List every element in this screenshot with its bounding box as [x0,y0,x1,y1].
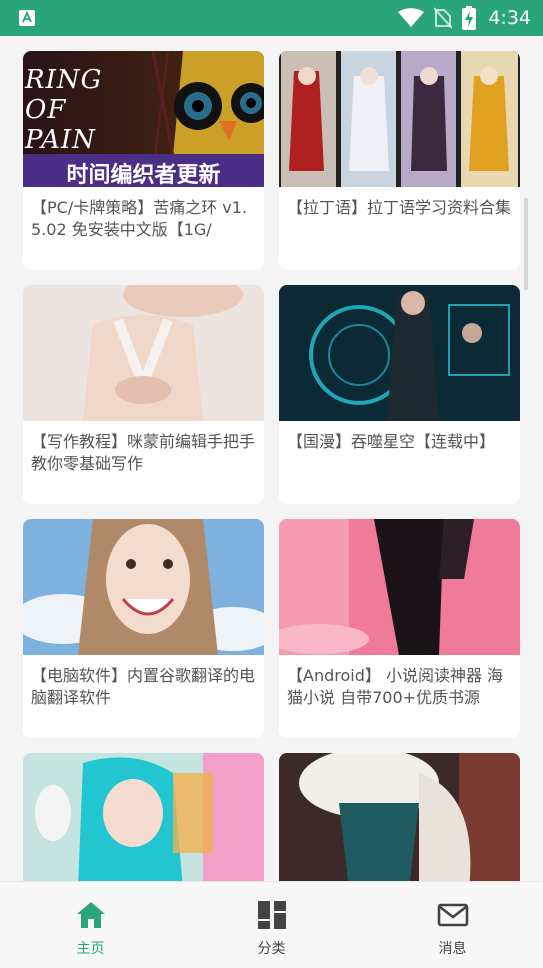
wifi-icon [398,8,425,27]
post-card[interactable]: 【电脑软件】内置谷歌翻译的电脑翻译软件 [23,519,264,738]
post-title: 【Android】 小说阅读神器 海猫小说 自带700+优质书源 [287,666,504,707]
status-time: 4:34 [488,7,531,29]
post-title: 【电脑软件】内置谷歌翻译的电脑翻译软件 [31,666,256,707]
post-title: 【写作教程】咪蒙前编辑手把手教你零基础写作 [31,432,256,473]
post-thumbnail[interactable] [23,519,264,655]
post-card[interactable] [23,753,264,881]
bottom-navigation: 主页 分类 消息 [0,881,543,968]
thumb-logo: RING OF PAIN [25,65,103,155]
app-notification-icon [19,10,35,26]
post-title: 【国漫】吞噬星空【连载中】 [287,432,496,451]
nav-item-category[interactable]: 分类 [181,882,362,968]
category-grid-icon [258,901,286,929]
post-thumbnail[interactable] [279,753,520,881]
scrollbar-thumb[interactable] [524,198,528,290]
mail-icon [437,903,469,927]
thumb-caption: 时间编织者更新 [66,163,221,187]
post-title: 【PC/卡牌策略】苦痛之环 v1.5.02 免安装中文版【1G/ [31,198,248,239]
post-thumbnail[interactable] [23,753,264,881]
post-card[interactable]: 【拉丁语】拉丁语学习资料合集 [279,51,520,270]
nav-label-messages: 消息 [438,941,467,957]
nav-item-messages[interactable]: 消息 [362,882,543,968]
post-thumbnail[interactable] [23,285,264,421]
post-thumbnail[interactable] [279,285,520,421]
nav-label-category: 分类 [257,941,286,957]
battery-charging-icon [462,6,477,30]
post-title: 【拉丁语】拉丁语学习资料合集 [287,198,512,217]
status-bar: 4:34 [0,0,543,36]
no-sim-icon [434,7,453,29]
post-thumbnail[interactable] [279,519,520,655]
post-thumbnail[interactable]: RING OF PAIN 时间编织者更新 [23,51,264,187]
home-icon [77,902,105,928]
nav-label-home: 主页 [76,941,105,957]
post-card[interactable] [279,753,520,881]
content-list[interactable]: RING OF PAIN 时间编织者更新 【PC/卡牌策略】苦痛之环 v1.5.… [0,36,543,881]
nav-item-home[interactable]: 主页 [0,882,181,968]
post-card[interactable]: 【Android】 小说阅读神器 海猫小说 自带700+优质书源 [279,519,520,738]
post-card[interactable]: 【国漫】吞噬星空【连载中】 [279,285,520,504]
post-thumbnail[interactable] [279,51,520,187]
post-card[interactable]: RING OF PAIN 时间编织者更新 【PC/卡牌策略】苦痛之环 v1.5.… [23,51,264,270]
post-card[interactable]: 【写作教程】咪蒙前编辑手把手教你零基础写作 [23,285,264,504]
